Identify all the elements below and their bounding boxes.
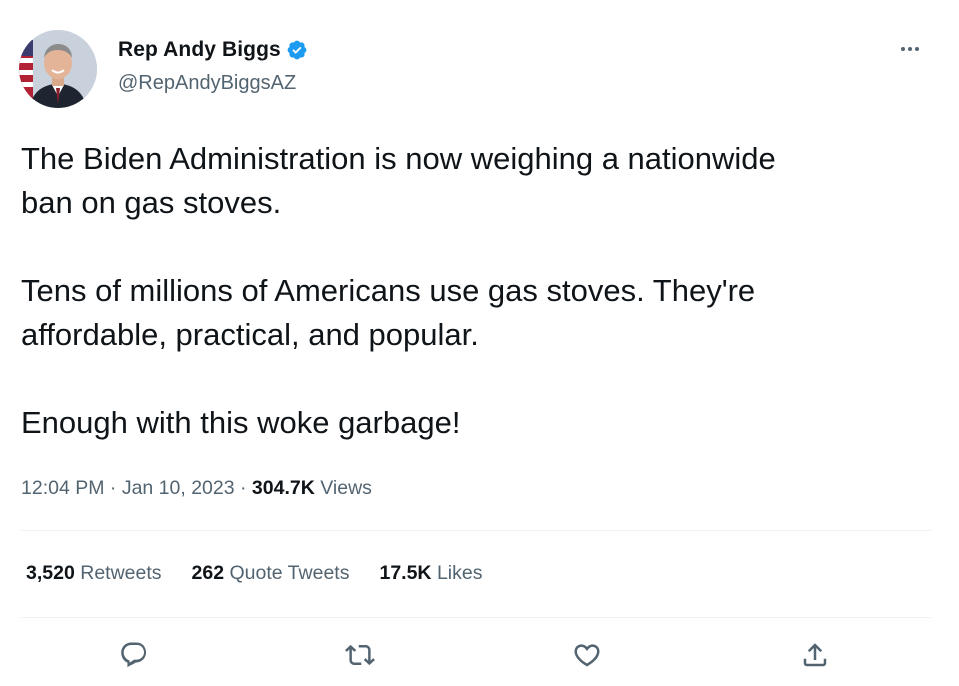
- tweet-line: ban on gas stoves.: [21, 185, 282, 220]
- quote-tweets-count: 262: [191, 562, 225, 584]
- likes-stat[interactable]: 17.5K Likes: [379, 562, 482, 585]
- tweet-line: Tens of millions of Americans use gas st…: [21, 273, 756, 308]
- views-label: Views: [320, 477, 372, 499]
- tweet-text: The Biden Administration is now weighing…: [21, 137, 941, 445]
- meta-separator: ·: [240, 477, 247, 499]
- tweet-metadata: 12:04 PM · Jan 10, 2023 · 304.7K Views: [21, 477, 372, 500]
- likes-count: 17.5K: [379, 562, 432, 584]
- retweets-label: Retweets: [80, 562, 162, 584]
- tweet-date[interactable]: Jan 10, 2023: [122, 477, 235, 499]
- like-icon[interactable]: [569, 637, 605, 673]
- divider: [21, 530, 931, 531]
- tweet-line: affordable, practical, and popular.: [21, 317, 479, 352]
- retweets-stat[interactable]: 3,520 Retweets: [26, 562, 162, 585]
- tweet-actions-bar: [0, 637, 959, 673]
- meta-separator: ·: [109, 477, 117, 499]
- quote-tweets-label: Quote Tweets: [229, 562, 350, 584]
- share-icon[interactable]: [797, 637, 833, 673]
- author-handle[interactable]: @RepAndyBiggsAZ: [118, 72, 296, 95]
- retweets-count: 3,520: [26, 562, 75, 584]
- retweet-icon[interactable]: [342, 637, 378, 673]
- author-display-name[interactable]: Rep Andy Biggs: [118, 38, 281, 62]
- engagement-stats: 3,520 Retweets 262 Quote Tweets 17.5K Li…: [26, 562, 482, 585]
- likes-label: Likes: [436, 562, 483, 584]
- author-name-row[interactable]: Rep Andy Biggs: [118, 38, 308, 62]
- verified-badge-icon: [286, 39, 308, 61]
- tweet: Rep Andy Biggs @RepAndyBiggsAZ The Biden…: [0, 0, 959, 686]
- quote-tweets-stat[interactable]: 262 Quote Tweets: [192, 562, 350, 585]
- reply-icon[interactable]: [116, 637, 152, 673]
- views-count: 304.7K: [251, 477, 315, 499]
- tweet-line: Enough with this woke garbage!: [21, 405, 461, 440]
- avatar-image: [19, 30, 97, 108]
- more-options-icon[interactable]: [895, 36, 925, 62]
- avatar[interactable]: [19, 30, 97, 108]
- tweet-time[interactable]: 12:04 PM: [21, 477, 104, 499]
- tweet-line: The Biden Administration is now weighing…: [21, 141, 776, 176]
- divider: [21, 617, 931, 618]
